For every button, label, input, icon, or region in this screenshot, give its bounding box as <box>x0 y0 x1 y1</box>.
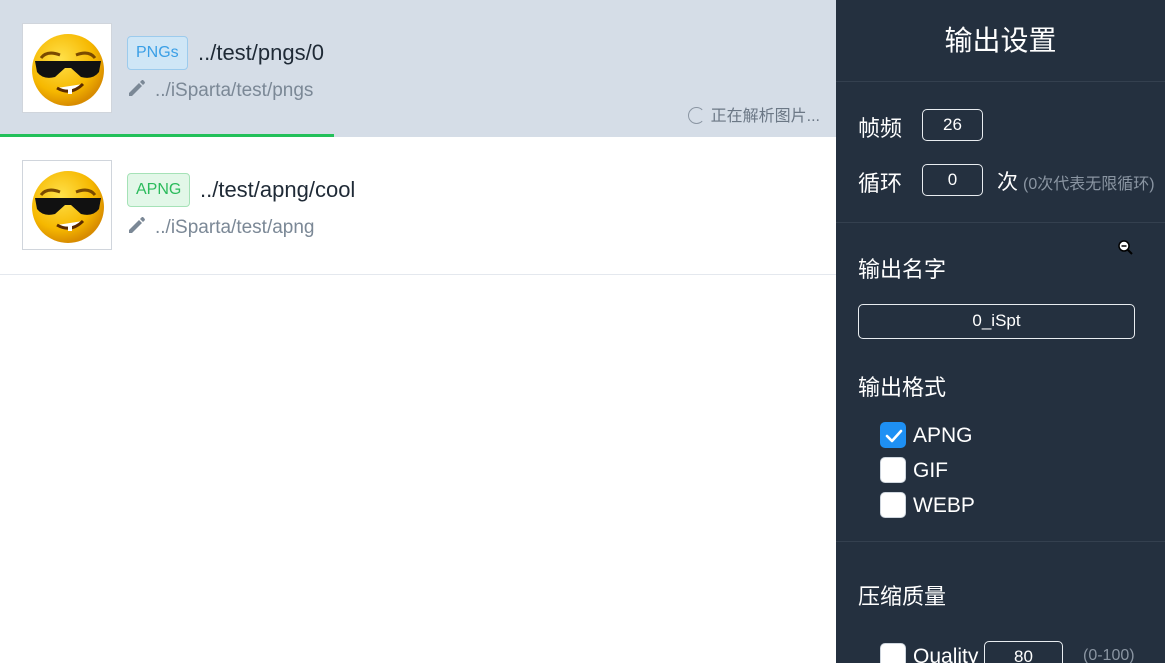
output-path: ../iSparta/test/apng <box>155 217 315 238</box>
list-item[interactable]: PNGs ../test/pngs/0 ../iSparta/test/pngs… <box>0 0 836 137</box>
source-path: ../test/apng/cool <box>200 177 356 202</box>
loop-unit: 次 <box>997 171 1018 194</box>
list-item[interactable]: APNG ../test/apng/cool ../iSparta/test/a… <box>0 137 836 275</box>
output-name-input[interactable]: 0_iSpt <box>858 304 1135 339</box>
divider <box>836 541 1165 542</box>
cool-emoji-icon <box>32 171 104 243</box>
pencil-icon[interactable] <box>127 215 147 243</box>
source-type-badge: PNGs <box>127 36 188 70</box>
source-type-badge: APNG <box>127 173 191 207</box>
frame-rate-label: 帧频 <box>858 116 903 141</box>
output-settings-panel: 输出设置 帧频 26 循环 0 次 (0次代表无限循环) 输出名字 0_iSpt… <box>836 0 1165 663</box>
zoom-out-cursor-icon <box>1118 240 1133 255</box>
output-path: ../iSparta/test/pngs <box>155 80 314 101</box>
status-text: 正在解析图片... <box>710 108 820 125</box>
loop-label: 循环 <box>858 171 903 196</box>
output-path-row[interactable]: ../iSparta/test/apng <box>127 215 315 241</box>
quality-checkbox[interactable] <box>880 643 906 663</box>
checkmark-icon <box>885 429 903 443</box>
apng-checkbox[interactable] <box>880 422 906 448</box>
quality-input[interactable]: 80 <box>984 641 1063 663</box>
frame-rate-input[interactable]: 26 <box>922 109 983 141</box>
compression-label: 压缩质量 <box>858 584 947 609</box>
thumbnail-image <box>22 160 112 250</box>
output-name-label: 输出名字 <box>858 257 947 282</box>
pencil-icon[interactable] <box>127 78 147 106</box>
gif-label: GIF <box>913 459 948 482</box>
source-path: ../test/pngs/0 <box>198 40 324 65</box>
spinner-icon <box>687 107 705 124</box>
quality-label: Quality <box>913 645 979 663</box>
gif-checkbox[interactable] <box>880 457 906 483</box>
cool-emoji-icon <box>32 34 104 106</box>
apng-label: APNG <box>913 424 973 447</box>
parsing-status: 正在解析图片... <box>687 106 820 128</box>
file-list: PNGs ../test/pngs/0 ../iSparta/test/pngs… <box>0 0 836 663</box>
panel-title: 输出设置 <box>836 0 1165 82</box>
loop-hint: (0次代表无限循环) <box>1023 176 1155 193</box>
output-format-label: 输出格式 <box>858 375 947 400</box>
output-path-row[interactable]: ../iSparta/test/pngs <box>127 78 313 104</box>
webp-label: WEBP <box>913 494 975 517</box>
loop-count-input[interactable]: 0 <box>922 164 983 196</box>
divider <box>836 222 1165 223</box>
webp-checkbox[interactable] <box>880 492 906 518</box>
quality-range-hint: (0-100) <box>1083 647 1135 663</box>
thumbnail-image <box>22 23 112 113</box>
